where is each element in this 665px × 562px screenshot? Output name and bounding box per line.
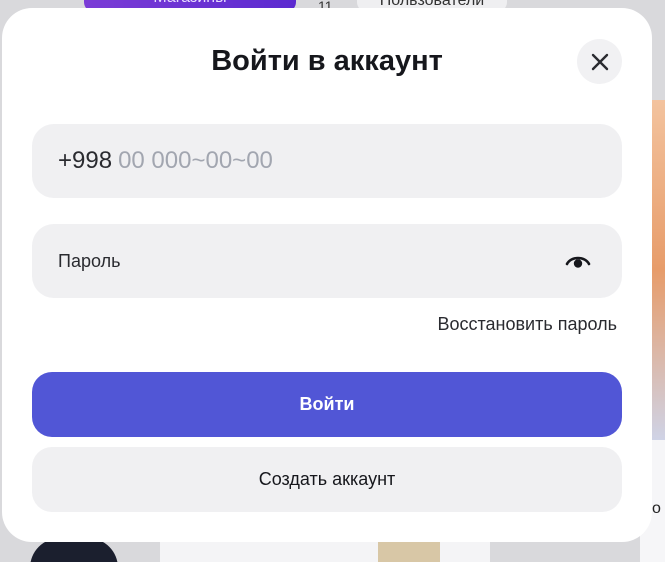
close-button[interactable] xyxy=(577,39,622,84)
modal-title: Войти в аккаунт xyxy=(211,45,443,77)
phone-input[interactable] xyxy=(118,147,539,175)
screen: Магазины 11 Пользователи о Войти в аккау… xyxy=(0,0,665,562)
close-icon xyxy=(591,53,608,70)
restore-password-link[interactable]: Восстановить пароль xyxy=(437,314,617,335)
phone-field[interactable]: +998 xyxy=(32,124,622,198)
eye-icon xyxy=(565,256,591,268)
password-input[interactable] xyxy=(58,250,518,272)
create-account-button[interactable]: Создать аккаунт xyxy=(32,447,622,512)
login-button[interactable]: Войти xyxy=(32,372,622,437)
login-modal: Войти в аккаунт +998 Восстановить пароль… xyxy=(2,8,652,542)
bg-product-image xyxy=(652,100,665,440)
bg-product-photo xyxy=(378,540,440,562)
bg-right-text: о xyxy=(652,500,661,517)
phone-country-code: +998 xyxy=(58,147,113,174)
password-field[interactable] xyxy=(32,224,622,298)
password-visibility-toggle[interactable] xyxy=(564,250,592,272)
